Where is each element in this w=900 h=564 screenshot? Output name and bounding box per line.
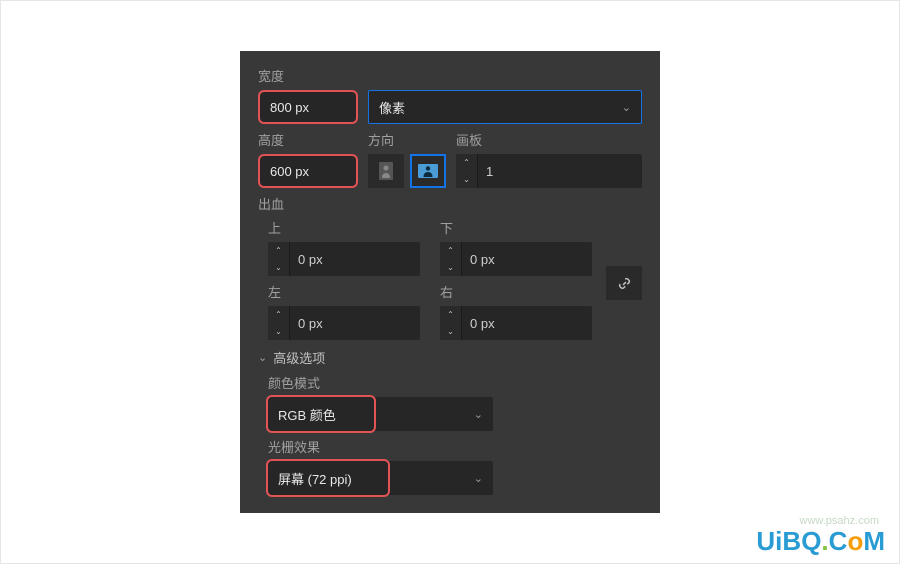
chevron-up-icon[interactable]: ⌃	[447, 311, 454, 319]
raster-effects-dropdown[interactable]: 屏幕 (72 ppi) ⌄	[268, 461, 493, 495]
bleed-bottom-stepper[interactable]: ⌃ ⌄	[440, 242, 462, 276]
advanced-label: 高级选项	[273, 348, 325, 367]
color-mode-dropdown[interactable]: RGB 颜色 ⌄	[268, 397, 493, 431]
height-label: 高度	[258, 130, 358, 149]
landscape-icon	[418, 164, 438, 178]
raster-effects-value: 屏幕 (72 ppi)	[278, 469, 352, 488]
bleed-right-value: 0 px	[462, 306, 592, 340]
bleed-left-input[interactable]: ⌃ ⌄ 0 px	[268, 306, 420, 340]
artboards-input[interactable]: ⌃ ⌄ 1	[456, 154, 642, 188]
chevron-up-icon[interactable]: ⌃	[447, 247, 454, 255]
bleed-top-value: 0 px	[290, 242, 420, 276]
chevron-down-icon[interactable]: ⌄	[463, 176, 470, 184]
document-settings-panel: 宽度 800 px 像素 ⌄ 高度 600 px 方向	[240, 51, 660, 513]
chevron-down-icon[interactable]: ⌄	[275, 328, 282, 336]
bleed-right-label: 右	[440, 282, 592, 301]
color-mode-label: 颜色模式	[268, 373, 642, 392]
watermark: UiBQ.CoM	[756, 526, 885, 557]
artboards-value: 1	[478, 154, 642, 188]
orientation-landscape-button[interactable]	[410, 154, 446, 188]
portrait-icon	[379, 162, 393, 180]
chevron-up-icon[interactable]: ⌃	[275, 247, 282, 255]
chevron-down-icon: ⌄	[622, 101, 631, 114]
bleed-top-label: 上	[268, 218, 420, 237]
chevron-up-icon[interactable]: ⌃	[275, 311, 282, 319]
bleed-left-stepper[interactable]: ⌃ ⌄	[268, 306, 290, 340]
color-mode-value: RGB 颜色	[278, 405, 336, 424]
bleed-right-stepper[interactable]: ⌃ ⌄	[440, 306, 462, 340]
chevron-down-icon[interactable]: ⌄	[447, 264, 454, 272]
width-label: 宽度	[258, 66, 642, 85]
chevron-down-icon[interactable]: ⌄	[275, 264, 282, 272]
link-icon	[617, 276, 632, 291]
units-dropdown[interactable]: 像素 ⌄	[368, 90, 642, 124]
orientation-portrait-button[interactable]	[368, 154, 404, 188]
chevron-down-icon: ⌄	[474, 408, 483, 421]
link-bleed-button[interactable]	[606, 266, 642, 300]
artboards-label: 画板	[456, 130, 642, 149]
bleed-top-stepper[interactable]: ⌃ ⌄	[268, 242, 290, 276]
height-input[interactable]: 600 px	[258, 154, 358, 188]
bleed-right-input[interactable]: ⌃ ⌄ 0 px	[440, 306, 592, 340]
bleed-top-input[interactable]: ⌃ ⌄ 0 px	[268, 242, 420, 276]
bleed-bottom-label: 下	[440, 218, 592, 237]
artboards-stepper[interactable]: ⌃ ⌄	[456, 154, 478, 188]
height-value: 600 px	[270, 164, 309, 179]
bleed-left-value: 0 px	[290, 306, 420, 340]
chevron-up-icon[interactable]: ⌃	[463, 159, 470, 167]
bleed-bottom-input[interactable]: ⌃ ⌄ 0 px	[440, 242, 592, 276]
chevron-down-icon: ⌄	[258, 351, 267, 364]
bleed-left-label: 左	[268, 282, 420, 301]
units-value: 像素	[379, 98, 405, 117]
chevron-down-icon[interactable]: ⌄	[447, 328, 454, 336]
chevron-down-icon: ⌄	[474, 472, 483, 485]
orientation-label: 方向	[368, 130, 446, 149]
bleed-label: 出血	[258, 194, 642, 213]
raster-effects-label: 光栅效果	[268, 437, 642, 456]
width-value: 800 px	[270, 100, 309, 115]
width-input[interactable]: 800 px	[258, 90, 358, 124]
bleed-bottom-value: 0 px	[462, 242, 592, 276]
advanced-options-toggle[interactable]: ⌄ 高级选项	[258, 348, 642, 367]
